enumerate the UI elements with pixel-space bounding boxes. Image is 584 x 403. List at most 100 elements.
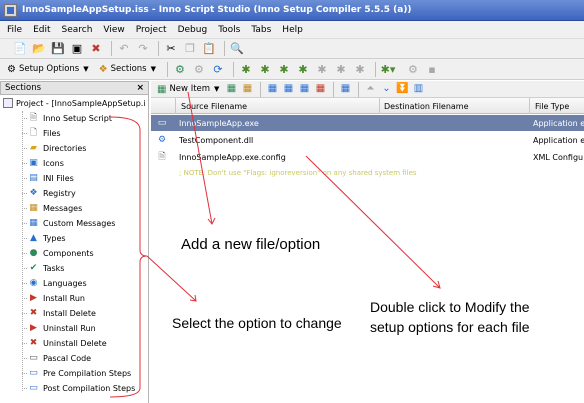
tree-connector-line: [22, 298, 27, 299]
sidebar-item-directories[interactable]: ▰ Directories: [22, 141, 86, 156]
menu-edit[interactable]: Edit: [33, 25, 50, 35]
menu-file[interactable]: File: [7, 25, 22, 35]
cut-icon[interactable]: ✂: [163, 41, 179, 56]
step-out-icon[interactable]: ✱: [295, 62, 311, 77]
sidebar-item-install-delete[interactable]: ✖ Install Delete: [22, 306, 96, 321]
move-bottom-icon[interactable]: ▥: [411, 83, 425, 96]
move-down-icon[interactable]: ⏬: [395, 83, 409, 96]
grid-edit-icon[interactable]: ▦: [297, 83, 311, 96]
annotation-double-click: Double click to Modify the setup options…: [370, 299, 530, 335]
project-root-label: Project - [InnoSampleAppSetup.i: [16, 98, 146, 108]
toolbar-divider: [260, 81, 262, 97]
sidebar-item-inno-setup-script[interactable]: 🗎 Inno Setup Script: [22, 111, 112, 126]
open-folder-icon[interactable]: 📂: [31, 41, 47, 56]
setup-options-icon: ⚙: [7, 63, 16, 75]
close-icon[interactable]: ×: [136, 83, 144, 93]
sidebar-item-post-compilation-steps[interactable]: ▭ Post Compilation Steps: [22, 381, 135, 396]
project-root-node[interactable]: Project - [InnoSampleAppSetup.i: [3, 98, 146, 108]
save-all-icon[interactable]: ▣: [69, 41, 85, 56]
options-icon[interactable]: ⚙: [405, 62, 421, 77]
move-top-icon[interactable]: ⏶: [363, 83, 377, 96]
copy-icon[interactable]: ❐: [182, 41, 198, 56]
new-file-icon[interactable]: 📄: [12, 41, 28, 56]
sidebar-item-install-run[interactable]: ▶ Install Run: [22, 291, 85, 306]
properties-icon[interactable]: ▦: [338, 83, 352, 96]
toolbar-divider: [158, 41, 159, 56]
table-row[interactable]: 🗎 InnoSampleApp.exe.config XML Configu: [151, 149, 584, 165]
column-header-source[interactable]: Source Filename: [175, 98, 379, 114]
menu-search[interactable]: Search: [62, 25, 93, 35]
save-icon[interactable]: 💾: [50, 41, 66, 56]
setup-options-button[interactable]: ⚙ Setup Options ▼: [4, 61, 92, 78]
stop-compile-icon[interactable]: ⚙: [191, 62, 207, 77]
sidebar-item-pre-compilation-steps[interactable]: ▭ Pre Compilation Steps: [22, 366, 131, 381]
sidebar-item-languages[interactable]: ◉ Languages: [22, 276, 87, 291]
sidebar-item-label: INI Files: [43, 174, 74, 183]
sidebar-item-label: Files: [43, 129, 61, 138]
menu-tabs[interactable]: Tabs: [251, 25, 271, 35]
destination-filename: [379, 132, 529, 148]
sidebar-item-label: Custom Messages: [43, 219, 116, 228]
stop-icon[interactable]: ✱: [333, 62, 349, 77]
pause-icon[interactable]: ✱: [314, 62, 330, 77]
tree-connector-line: [22, 148, 27, 149]
close-file-icon[interactable]: ✖: [88, 41, 104, 56]
help-icon[interactable]: ▪: [424, 62, 440, 77]
grid-remove-icon[interactable]: ▦: [281, 83, 295, 96]
sidebar-item-tasks[interactable]: ✔ Tasks: [22, 261, 64, 276]
sidebar-item-uninstall-delete[interactable]: ✖ Uninstall Delete: [22, 336, 107, 351]
tree-connector-line: [22, 223, 27, 224]
column-header-destination[interactable]: Destination Filename: [379, 98, 529, 114]
find-icon[interactable]: 🔍: [229, 41, 245, 56]
breakpoint-icon[interactable]: ✱: [352, 62, 368, 77]
components-icon: ●: [29, 248, 38, 258]
toolbar-divider: [333, 81, 335, 97]
sidebar-item-uninstall-run[interactable]: ▶ Uninstall Run: [22, 321, 96, 336]
copy-item-icon[interactable]: ▦: [240, 83, 254, 96]
grid-add-icon[interactable]: ▦: [265, 83, 279, 96]
paste-icon[interactable]: 📋: [201, 41, 217, 56]
menu-tools[interactable]: Tools: [218, 25, 240, 35]
sidebar-item-icons[interactable]: ▣ Icons: [22, 156, 64, 171]
sidebar-item-types[interactable]: ▲ Types: [22, 231, 66, 246]
sidebar-item-pascal-code[interactable]: ▭ Pascal Code: [22, 351, 91, 366]
sidebar-item-files[interactable]: 🗋 Files: [22, 126, 61, 141]
sidebar-item-messages[interactable]: ▦ Messages: [22, 201, 82, 216]
sidebar-item-label: Uninstall Run: [43, 324, 96, 333]
table-row[interactable]: ⚙ TestComponent.dll Application e: [151, 132, 584, 148]
sections-button[interactable]: ❖ Sections ▼: [96, 61, 159, 78]
table-row[interactable]: ▭ InnoSampleApp.exe Application e: [151, 115, 584, 131]
toolbar-divider: [358, 81, 360, 97]
sidebar-item-ini-files[interactable]: ▤ INI Files: [22, 171, 74, 186]
step-into-icon[interactable]: ✱: [257, 62, 273, 77]
registry-icon: ❖: [29, 188, 38, 198]
icons-icon: ▣: [29, 158, 38, 168]
refresh-icon[interactable]: ⟳: [210, 62, 226, 77]
menu-debug[interactable]: Debug: [178, 25, 208, 35]
chevron-down-icon: ▼: [150, 65, 156, 73]
undo-icon[interactable]: ↶: [116, 41, 132, 56]
redo-icon[interactable]: ↷: [135, 41, 151, 56]
menu-help[interactable]: Help: [282, 25, 303, 35]
source-filename: TestComponent.dll: [179, 135, 254, 145]
step-over-icon[interactable]: ✱: [276, 62, 292, 77]
run-icon[interactable]: ✱: [238, 62, 254, 77]
tree-connector-line: [22, 388, 27, 389]
sidebar-item-custom-messages[interactable]: ▦ Custom Messages: [22, 216, 115, 231]
new-item-button[interactable]: ▦ New Item ▼: [154, 81, 222, 98]
compile-icon[interactable]: ⚙: [172, 62, 188, 77]
table-row-note[interactable]: ; NOTE: Don't use "Flags: ignoreversion"…: [151, 165, 584, 181]
menu-view[interactable]: View: [103, 25, 124, 35]
window-title: InnoSampleAppSetup.iss - Inno Script Stu…: [22, 5, 412, 15]
sidebar-item-registry[interactable]: ❖ Registry: [22, 186, 76, 201]
menu-project[interactable]: Project: [136, 25, 167, 35]
tree-connector-line: [22, 328, 27, 329]
move-up-icon[interactable]: ⌄: [379, 83, 393, 96]
pascal-code-icon: ▭: [29, 353, 38, 363]
column-header-type[interactable]: File Type: [529, 98, 584, 114]
chevron-down-icon: ▼: [214, 85, 220, 93]
edit-item-icon[interactable]: ▦: [224, 83, 238, 96]
sidebar-item-components[interactable]: ● Components: [22, 246, 94, 261]
delete-item-icon[interactable]: ▦: [313, 83, 327, 96]
debug-menu-icon[interactable]: ✱▾: [380, 62, 396, 77]
